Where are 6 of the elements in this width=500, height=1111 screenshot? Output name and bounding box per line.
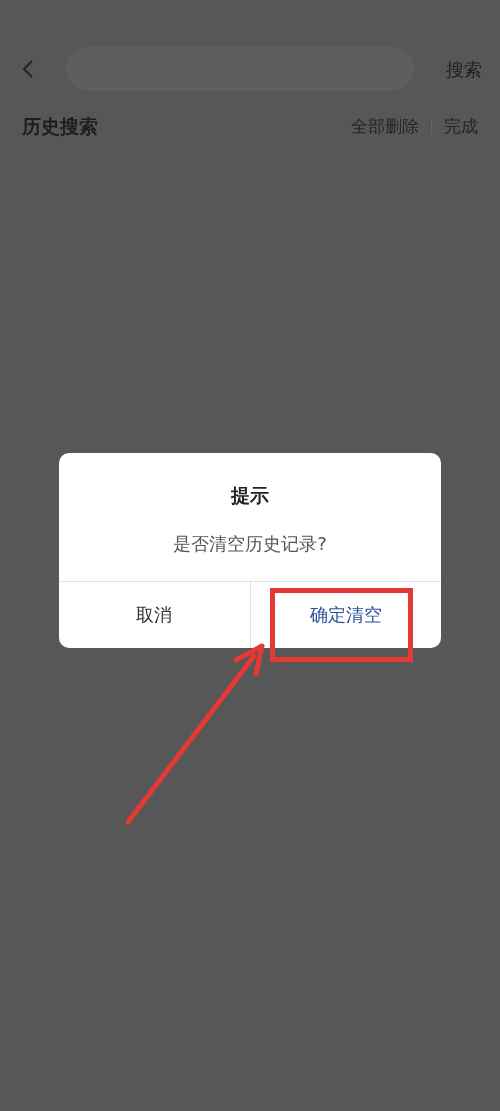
confirm-button[interactable]: 确定清空 <box>249 581 441 648</box>
dialog-message: 是否清空历史记录? <box>173 531 327 556</box>
dialog-title: 提示 <box>231 483 269 508</box>
search-button[interactable]: 搜索 <box>446 55 482 83</box>
section-title: 历史搜索 <box>22 114 98 139</box>
cancel-button[interactable]: 取消 <box>59 581 250 648</box>
